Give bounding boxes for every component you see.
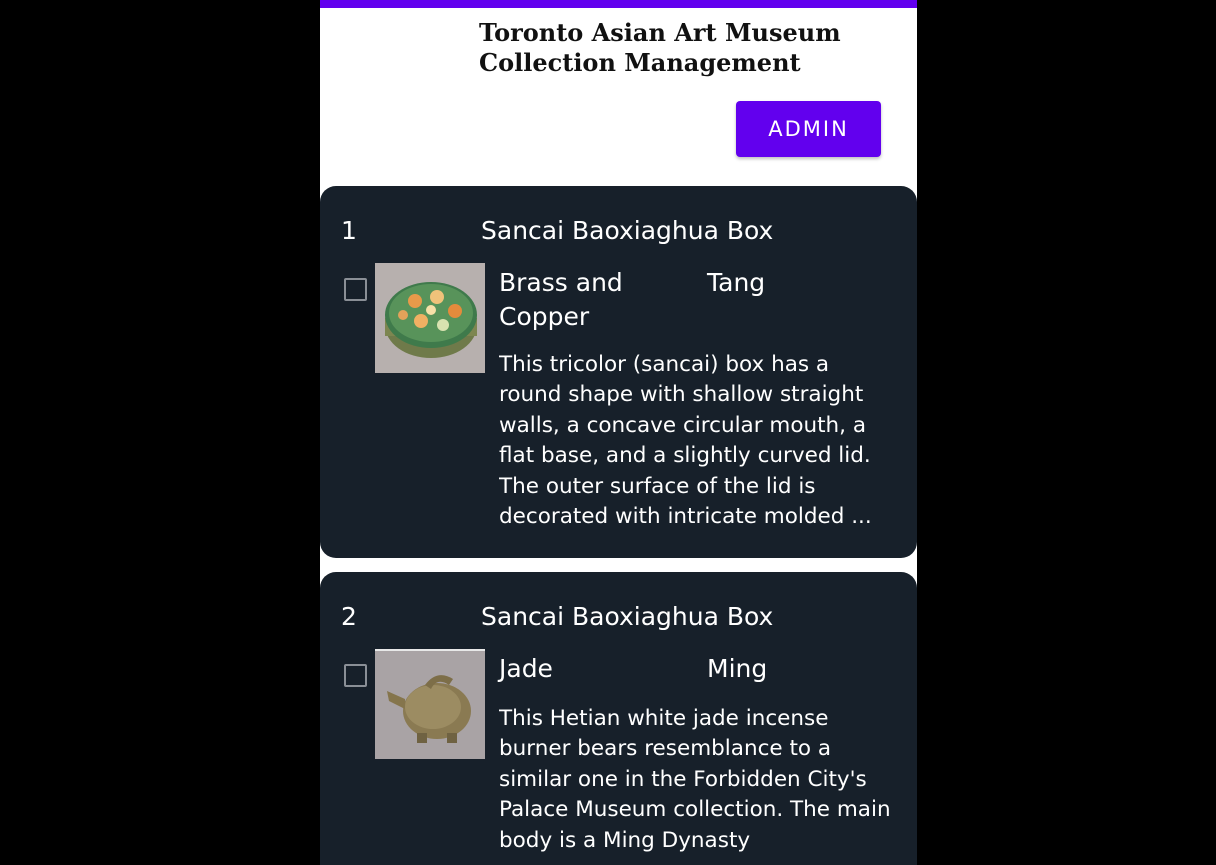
collection-item-card[interactable]: 2 Sancai Baoxiaghua Box Jade Ming This H… [320, 572, 917, 865]
item-description-text: This Hetian white jade incense burner be… [499, 706, 891, 853]
jade-incense-burner-image[interactable] [375, 649, 485, 759]
item-name: Sancai Baoxiaghua Box [481, 216, 774, 245]
item-description: This Hetian white jade incense burner be… [499, 704, 894, 864]
page-title-line-2: Collection Management [479, 48, 801, 77]
item-select-checkbox[interactable] [344, 664, 367, 687]
collection-item-card[interactable]: 1 Sancai Baoxiaghua Box Brass and Copper… [320, 186, 917, 558]
item-material: Jade [499, 654, 553, 683]
page-title: Toronto Asian Art Museum Collection Mana… [479, 18, 899, 78]
admin-button[interactable]: ADMIN [736, 101, 881, 157]
page-title-line-1: Toronto Asian Art Museum [479, 18, 841, 47]
item-index: 1 [341, 216, 357, 245]
item-select-checkbox[interactable] [344, 278, 367, 301]
item-dynasty: Ming [707, 654, 768, 683]
item-material: Brass and Copper [499, 268, 623, 331]
round-lidded-box-image[interactable] [375, 263, 485, 373]
app-screen: Toronto Asian Art Museum Collection Mana… [320, 0, 917, 865]
item-description: This tricolor (sancai) box has a round s… [499, 350, 894, 532]
status-accent-bar [320, 0, 917, 8]
item-dynasty: Tang [707, 268, 766, 297]
item-name: Sancai Baoxiaghua Box [481, 602, 774, 631]
item-description-text: This tricolor (sancai) box has a round s… [499, 352, 872, 530]
item-index: 2 [341, 602, 357, 631]
